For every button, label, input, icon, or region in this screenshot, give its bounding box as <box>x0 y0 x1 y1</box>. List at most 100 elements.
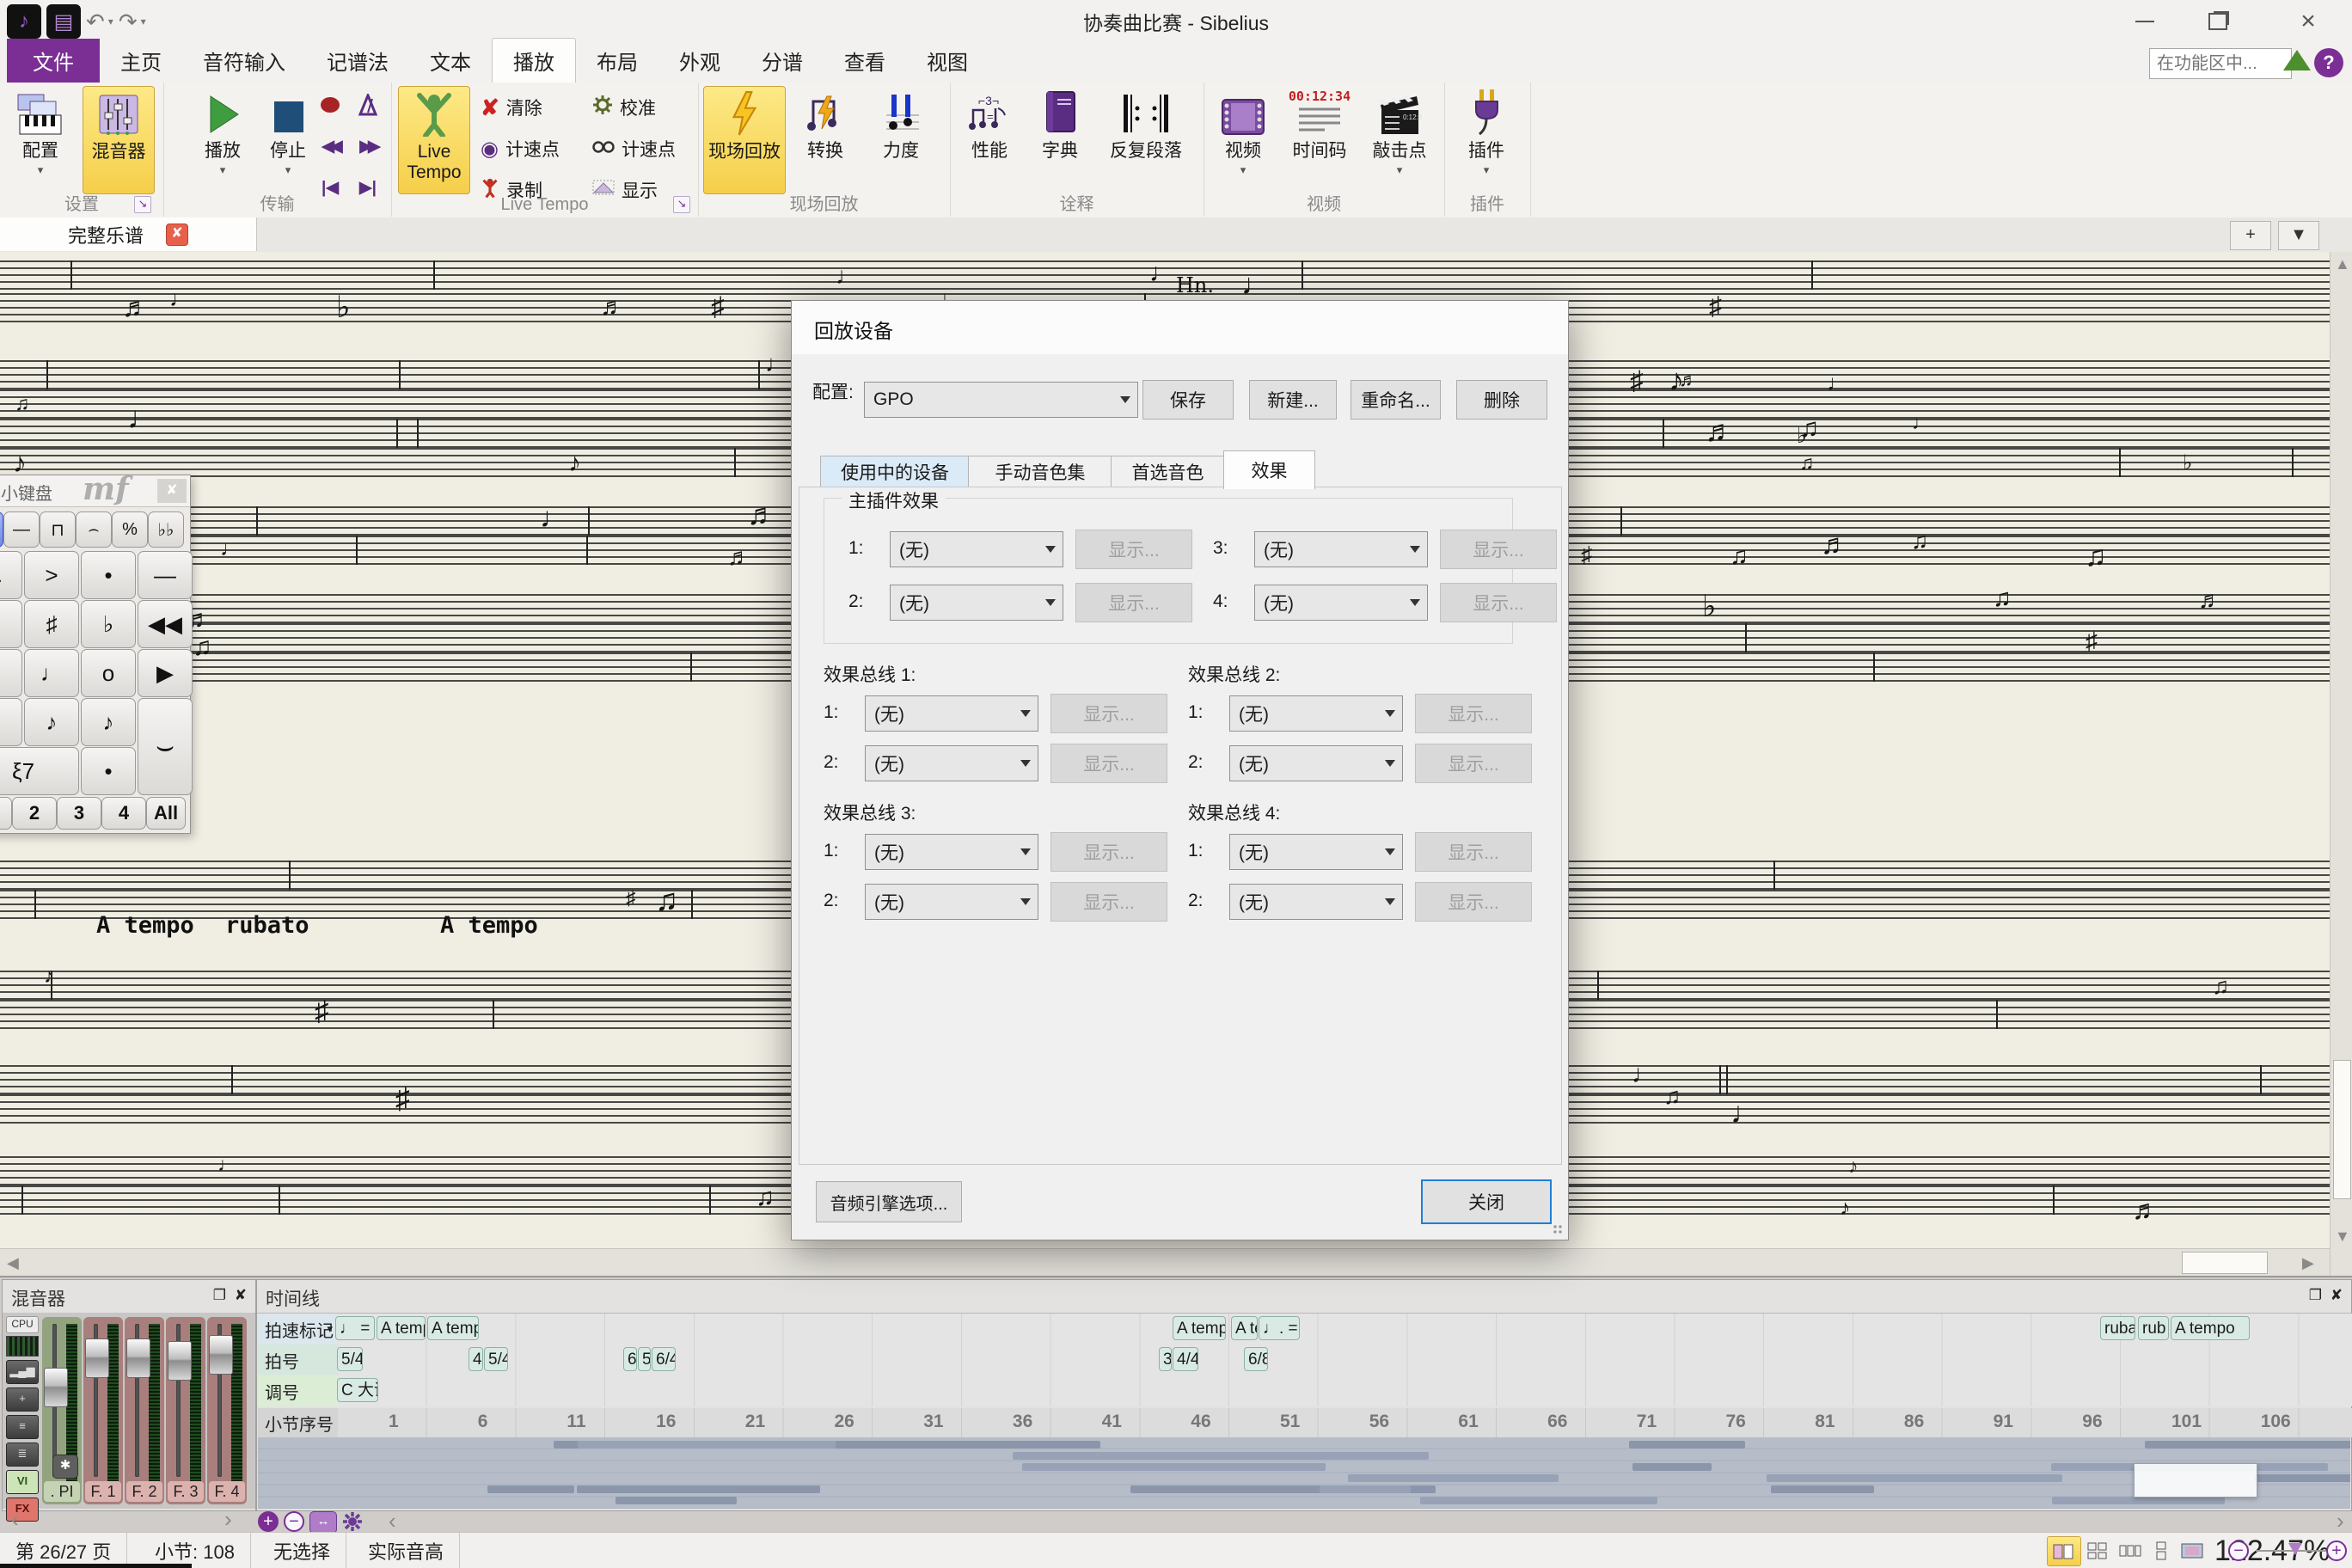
vertical-scroll-thumb[interactable] <box>2333 1060 2351 1199</box>
ribbon-tab-文本[interactable]: 文本 <box>409 39 492 83</box>
bus4-effect-1-select[interactable]: (无) <box>1229 834 1403 870</box>
bus2-effect-1-show-button[interactable]: 显示... <box>1415 694 1532 733</box>
dictionary-button[interactable]: 字典 <box>1027 86 1093 193</box>
transform-live-playback-button[interactable]: 转换 <box>791 86 860 193</box>
keypad-key[interactable]: ♭ <box>81 600 136 648</box>
keypad-small-key[interactable]: ⊓ <box>40 511 76 548</box>
ribbon-tab-分谱[interactable]: 分谱 <box>741 39 824 83</box>
timeline-chip[interactable]: 6/ <box>623 1347 637 1371</box>
vi-button[interactable]: VI <box>6 1470 39 1494</box>
mixer-close-icon[interactable]: ✘ <box>235 1287 247 1304</box>
ribbon-tab-查看[interactable]: 查看 <box>824 39 906 83</box>
master-effect-1-select[interactable]: (无) <box>890 531 1063 567</box>
master-effect-2-select[interactable]: (无) <box>890 585 1063 621</box>
keypad-key[interactable]: ♮ <box>0 600 22 648</box>
keypad-small-key[interactable]: ♭♭ <box>148 511 184 548</box>
timeline-chip[interactable]: A tempo <box>427 1316 479 1340</box>
rename-config-button[interactable]: 重命名... <box>1351 380 1441 420</box>
metronome-click-button[interactable] <box>349 86 387 124</box>
close-button[interactable]: × <box>2278 0 2338 43</box>
fader-handle[interactable] <box>126 1338 150 1378</box>
row-dropdown-icon[interactable]: ▾ <box>327 1322 333 1336</box>
keypad-small-key[interactable]: — <box>3 511 40 548</box>
help-icon[interactable]: ? <box>2314 48 2343 77</box>
master-effect-3-show-button[interactable]: 显示... <box>1440 530 1557 569</box>
timeline-chip[interactable]: ruba <box>2100 1316 2135 1340</box>
ribbon-tab-音符输入[interactable]: 音符输入 <box>182 39 306 83</box>
scroll-up-icon[interactable]: ▲ <box>2335 255 2350 273</box>
scroll-right-icon[interactable]: ▶ <box>2302 1254 2314 1272</box>
view-spreads-horizontal-button[interactable] <box>2047 1536 2081 1566</box>
live-tempo-dialog-launcher-icon[interactable]: ↘ <box>673 196 690 213</box>
timeline-chip[interactable]: ♩. = 68 <box>1259 1316 1300 1340</box>
keypad-key[interactable]: — <box>138 551 193 599</box>
keypad-layout-2[interactable]: 2 <box>12 797 57 830</box>
fader-view-button[interactable]: + <box>6 1387 39 1412</box>
keypad-close-icon[interactable]: ✘ <box>157 479 187 503</box>
bus1-effect-1-show-button[interactable]: 显示... <box>1050 694 1167 733</box>
strip-gear-icon[interactable]: ✱ <box>52 1455 78 1479</box>
ribbon-tab-视图[interactable]: 视图 <box>906 39 989 83</box>
master-effect-1-show-button[interactable]: 显示... <box>1075 530 1192 569</box>
horizontal-scrollbar[interactable]: ◀ ▶ <box>0 1248 2330 1276</box>
timeline-settings-gear-icon[interactable] <box>342 1511 363 1532</box>
view-pages-vertical-button[interactable] <box>2145 1536 2177 1565</box>
strip-wide-button[interactable]: ≣ <box>6 1442 39 1467</box>
keypad-key[interactable]: • <box>81 551 136 599</box>
timeline-chip[interactable]: rub <box>2138 1316 2169 1340</box>
bus1-effect-1-select[interactable]: (无) <box>865 695 1038 732</box>
tempo-points-button[interactable]: ◉ 计速点 <box>481 131 560 167</box>
timeline-row-label[interactable]: 拍速标记 ▾ <box>258 1314 338 1344</box>
master-effect-2-show-button[interactable]: 显示... <box>1075 583 1192 622</box>
tab-manual-sound-sets[interactable]: 手动音色集 <box>968 456 1112 488</box>
config-button[interactable]: 配置 ▾ <box>5 86 76 193</box>
new-config-button[interactable]: 新建... <box>1249 380 1337 420</box>
timeline-chip[interactable]: A tempo <box>1173 1316 1226 1340</box>
tempo-points-display-button[interactable]: 计速点 <box>592 131 676 167</box>
plugins-button[interactable]: 插件 ▾ <box>1451 86 1522 193</box>
keypad-layout-3[interactable]: 3 <box>57 797 101 830</box>
horizontal-scroll-thumb[interactable] <box>2182 1252 2268 1274</box>
mixer-scroll-left-icon[interactable]: ‹ <box>11 1506 19 1533</box>
timeline-header[interactable]: 时间线 ❐ ✘ <box>257 1280 2351 1314</box>
timeline-row-label[interactable]: 小节序号 <box>258 1408 338 1437</box>
play-button[interactable]: 播放 ▾ <box>187 86 258 193</box>
ribbon-tab-外观[interactable]: 外观 <box>658 39 741 83</box>
timeline-chip[interactable]: A tempo <box>2171 1316 2250 1340</box>
master-effect-4-select[interactable]: (无) <box>1254 585 1428 621</box>
mixer-float-icon[interactable]: ❐ <box>213 1287 226 1304</box>
new-tab-button[interactable]: + <box>2230 221 2271 250</box>
fader-handle[interactable] <box>44 1368 68 1407</box>
scroll-left-icon[interactable]: ◀ <box>7 1254 19 1272</box>
view-grid-button[interactable] <box>2081 1536 2114 1565</box>
timeline-chip[interactable]: 6/8 <box>1244 1347 1268 1371</box>
timeline-chip[interactable]: 4/4 <box>1173 1347 1198 1371</box>
rewind-button[interactable]: ◀◀ <box>311 127 349 165</box>
zoom-slider-thumb[interactable] <box>2288 1543 2302 1555</box>
timeline-chip[interactable]: 4/ <box>469 1347 483 1371</box>
mixer-scroll-right-icon[interactable]: › <box>224 1506 232 1533</box>
view-pages-horizontal-button[interactable] <box>2114 1536 2147 1565</box>
performance-button[interactable]: ⌐3¬ = 性能 <box>957 86 1022 193</box>
keypad-tie-key[interactable]: ⌣ <box>138 698 193 795</box>
ribbon-tab-记谱法[interactable]: 记谱法 <box>306 39 409 83</box>
ribbon-tab-布局[interactable]: 布局 <box>576 39 658 83</box>
master-effect-4-show-button[interactable]: 显示... <box>1440 583 1557 622</box>
mixer-header[interactable]: 混音器 ❐ ✘ <box>3 1280 255 1314</box>
keypad-small-key[interactable]: % <box>112 511 148 548</box>
keypad-key[interactable]: ↖ <box>0 551 22 599</box>
collapse-ribbon-icon[interactable] <box>2283 50 2311 70</box>
keypad-layout-All[interactable]: All <box>146 797 186 830</box>
bus3-effect-2-show-button[interactable]: 显示... <box>1050 882 1167 922</box>
keypad-key[interactable]: > <box>24 551 79 599</box>
timeline-chip[interactable]: 5/4 <box>484 1347 508 1371</box>
mixer-button[interactable]: 混音器 <box>83 86 155 194</box>
keypad-layout-1[interactable]: 1 <box>0 797 12 830</box>
fast-forward-button[interactable]: ▶▶ <box>349 127 387 165</box>
zoom-out-button[interactable]: − <box>2228 1540 2249 1561</box>
tab-effects[interactable]: 效果 <box>1223 450 1315 489</box>
keypad-small-key[interactable]: ⌢ <box>76 511 112 548</box>
bus4-effect-1-show-button[interactable]: 显示... <box>1415 832 1532 872</box>
keypad-key[interactable]: ♬ <box>0 698 22 746</box>
tab-active-devices[interactable]: 使用中的设备 <box>820 456 970 488</box>
